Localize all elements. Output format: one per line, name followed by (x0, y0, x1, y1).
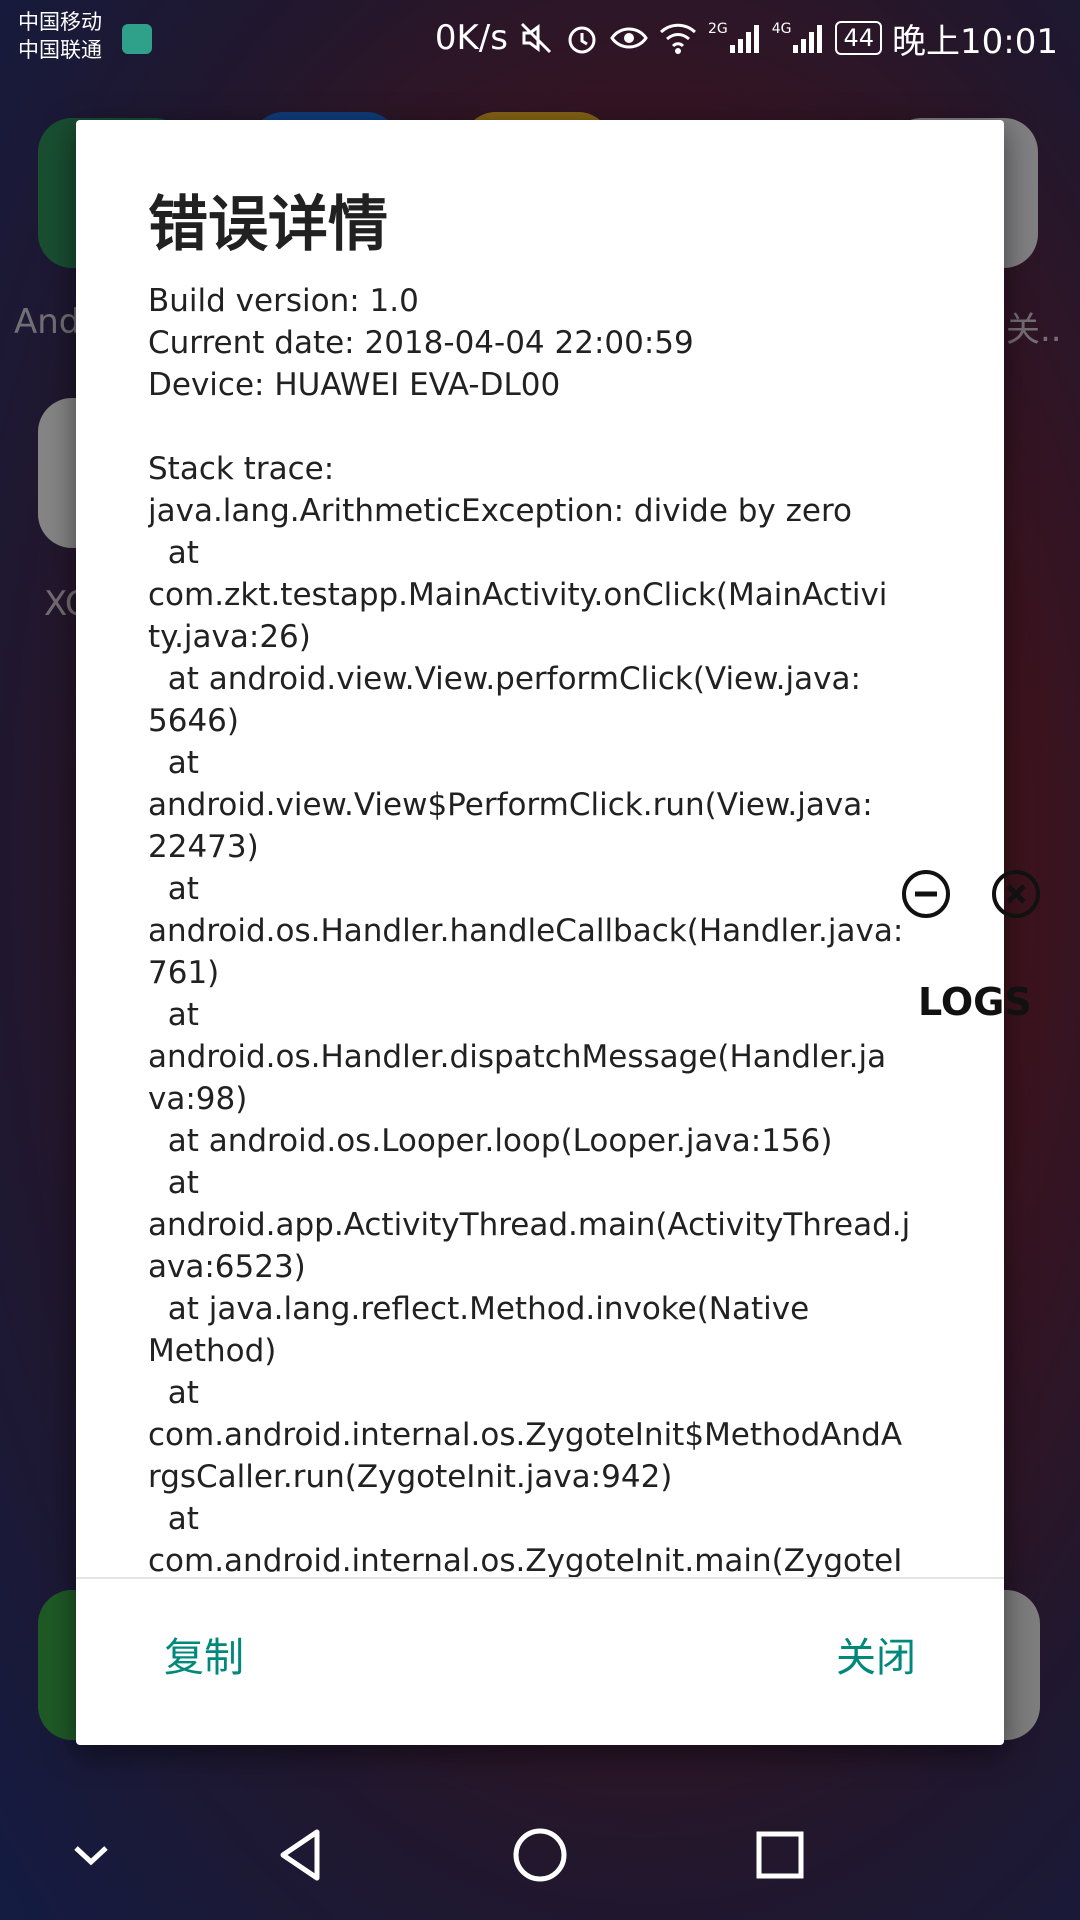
signal-4g-icon: 4G (772, 21, 826, 55)
chevron-down-icon[interactable] (56, 1820, 126, 1890)
carrier-info: 中国移动 中国联通 (18, 8, 102, 64)
logs-label[interactable]: LOGS (918, 980, 1032, 1024)
close-button[interactable]: 关闭 (836, 1625, 916, 1683)
status-bar: 中国移动 中国联通 0K/s 2G 4G 44 晚上10:01 (0, 0, 1080, 76)
android-notification-icon (122, 24, 152, 54)
error-details-text: Build version: 1.0 Current date: 2018-04… (148, 283, 911, 1579)
carrier-1: 中国移动 (18, 10, 102, 34)
signal-2g-icon: 2G (708, 21, 762, 55)
battery-icon: 44 (835, 21, 883, 55)
dialog-scroll-area[interactable]: Build version: 1.0 Current date: 2018-04… (148, 280, 948, 1696)
carrier-2: 中国联通 (18, 38, 102, 62)
minus-circle-icon[interactable] (901, 869, 951, 919)
navigation-bar (0, 1790, 1080, 1920)
dialog-divider (76, 1577, 1004, 1579)
clock: 晚上10:01 (892, 21, 1058, 62)
mute-icon (518, 20, 554, 56)
recents-square-icon[interactable] (745, 1820, 815, 1890)
wifi-icon (658, 20, 698, 56)
eye-icon (610, 20, 648, 56)
dialog-title: 错误详情 (148, 190, 388, 260)
back-triangle-icon[interactable] (265, 1820, 335, 1890)
copy-button[interactable]: 复制 (164, 1625, 244, 1683)
x-circle-icon[interactable] (991, 869, 1041, 919)
net-speed: 0K/s (434, 18, 508, 58)
error-details-dialog: 错误详情 Build version: 1.0 Current date: 20… (76, 120, 1004, 1745)
status-indicators: 0K/s 2G 4G 44 晚上10:01 (435, 14, 1058, 62)
alarm-icon (564, 20, 600, 56)
home-circle-icon[interactable] (505, 1820, 575, 1890)
